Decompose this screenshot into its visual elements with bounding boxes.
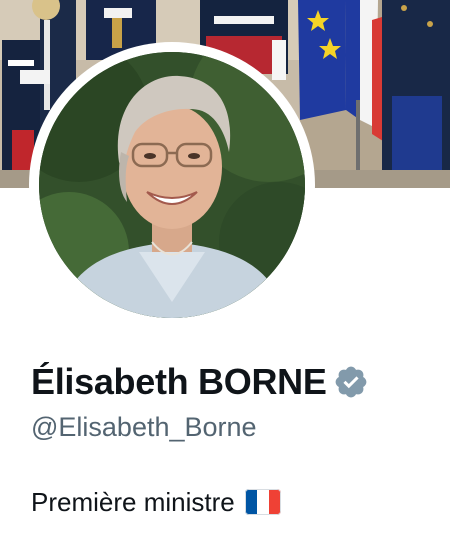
profile-bio: Première ministre	[31, 484, 281, 520]
profile-header: Élisabeth BORNE @Elisabeth_Borne Premièr…	[0, 0, 450, 548]
user-handle: @Elisabeth_Borne	[31, 412, 257, 442]
avatar[interactable]	[39, 52, 305, 318]
french-flag-icon	[244, 489, 281, 515]
bio-text: Première ministre	[31, 486, 235, 517]
name-row: Élisabeth BORNE	[31, 358, 369, 406]
display-name: Élisabeth BORNE	[31, 361, 327, 402]
verified-badge-icon[interactable]	[333, 364, 369, 400]
